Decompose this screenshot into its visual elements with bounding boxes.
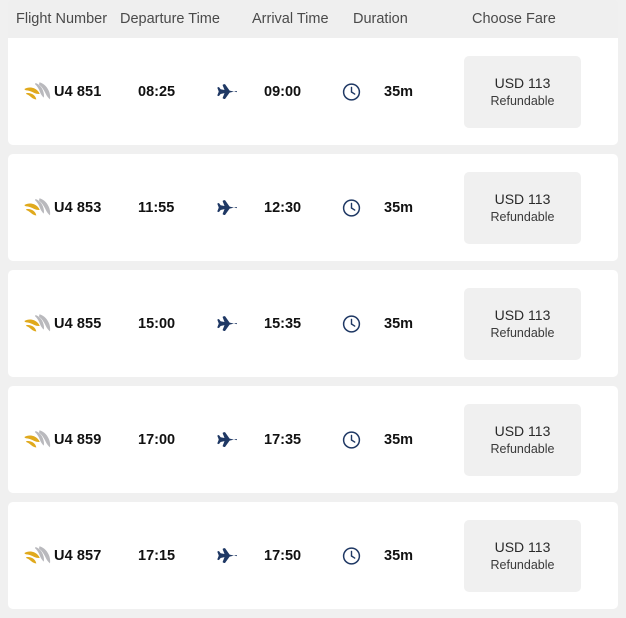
duration-value: 35m xyxy=(384,315,414,332)
column-header-choose-fare: Choose Fare xyxy=(472,11,556,27)
arrival-time-value: 12:30 xyxy=(264,199,302,216)
flight-rows-container: U4 851 08:25 09:00 35m USD 113 Refundabl… xyxy=(8,38,618,609)
duration-value: 35m xyxy=(384,431,414,448)
fare-type: Refundable xyxy=(490,557,555,572)
fare-type: Refundable xyxy=(490,441,555,456)
flight-number-value: U4 851 xyxy=(54,83,102,100)
flight-number-value: U4 859 xyxy=(54,431,102,448)
column-header-arrival-time: Arrival Time xyxy=(252,11,329,27)
fare-price: USD 113 xyxy=(494,422,551,439)
arrival-time-value: 17:50 xyxy=(264,547,302,564)
airline-logo-icon xyxy=(22,196,52,220)
flight-row[interactable]: U4 851 08:25 09:00 35m USD 113 Refundabl… xyxy=(8,38,618,145)
clock-icon xyxy=(342,198,361,217)
column-header-flight-number: Flight Number xyxy=(16,11,108,27)
clock-icon xyxy=(342,546,361,565)
flight-number-value: U4 857 xyxy=(54,547,102,564)
airline-logo-icon xyxy=(22,80,52,104)
fare-type: Refundable xyxy=(490,93,555,108)
fare-price: USD 113 xyxy=(494,74,551,91)
airline-logo-icon xyxy=(22,544,52,568)
departure-time-value: 17:15 xyxy=(138,547,176,564)
flight-number-value: U4 855 xyxy=(54,315,102,332)
duration-value: 35m xyxy=(384,547,414,564)
fare-price: USD 113 xyxy=(494,190,551,207)
departure-time-value: 17:00 xyxy=(138,431,176,448)
plane-icon xyxy=(216,81,238,103)
arrival-time-value: 17:35 xyxy=(264,431,302,448)
departure-time-value: 11:55 xyxy=(138,199,175,216)
flight-row[interactable]: U4 855 15:00 15:35 35m USD 113 Refundabl… xyxy=(8,270,618,377)
column-header-duration: Duration xyxy=(353,11,408,27)
flight-number-value: U4 853 xyxy=(54,199,102,216)
flight-row[interactable]: U4 859 17:00 17:35 35m USD 113 Refundabl… xyxy=(8,386,618,493)
airline-logo-icon xyxy=(22,428,52,452)
departure-time-value: 08:25 xyxy=(138,83,176,100)
arrival-time-value: 09:00 xyxy=(264,83,302,100)
choose-fare-button[interactable]: USD 113 Refundable xyxy=(464,287,581,360)
flight-row[interactable]: U4 853 11:55 12:30 35m USD 113 Refundabl… xyxy=(8,154,618,261)
fare-type: Refundable xyxy=(490,325,555,340)
choose-fare-button[interactable]: USD 113 Refundable xyxy=(464,519,581,592)
duration-value: 35m xyxy=(384,199,414,216)
plane-icon xyxy=(216,197,238,219)
clock-icon xyxy=(342,430,361,449)
plane-icon xyxy=(216,313,238,335)
fare-type: Refundable xyxy=(490,209,555,224)
flight-row[interactable]: U4 857 17:15 17:50 35m USD 113 Refundabl… xyxy=(8,502,618,609)
airline-logo-icon xyxy=(22,312,52,336)
choose-fare-button[interactable]: USD 113 Refundable xyxy=(464,171,581,244)
column-header-departure-time: Departure Time xyxy=(120,11,220,27)
clock-icon xyxy=(342,82,361,101)
fare-price: USD 113 xyxy=(494,538,551,555)
choose-fare-button[interactable]: USD 113 Refundable xyxy=(464,403,581,476)
clock-icon xyxy=(342,314,361,333)
choose-fare-button[interactable]: USD 113 Refundable xyxy=(464,55,581,128)
plane-icon xyxy=(216,429,238,451)
plane-icon xyxy=(216,545,238,567)
flight-results-panel: Flight Number Departure Time Arrival Tim… xyxy=(8,0,618,618)
fare-price: USD 113 xyxy=(494,306,551,323)
results-table-header: Flight Number Departure Time Arrival Tim… xyxy=(8,0,618,38)
arrival-time-value: 15:35 xyxy=(264,315,302,332)
departure-time-value: 15:00 xyxy=(138,315,176,332)
duration-value: 35m xyxy=(384,83,414,100)
